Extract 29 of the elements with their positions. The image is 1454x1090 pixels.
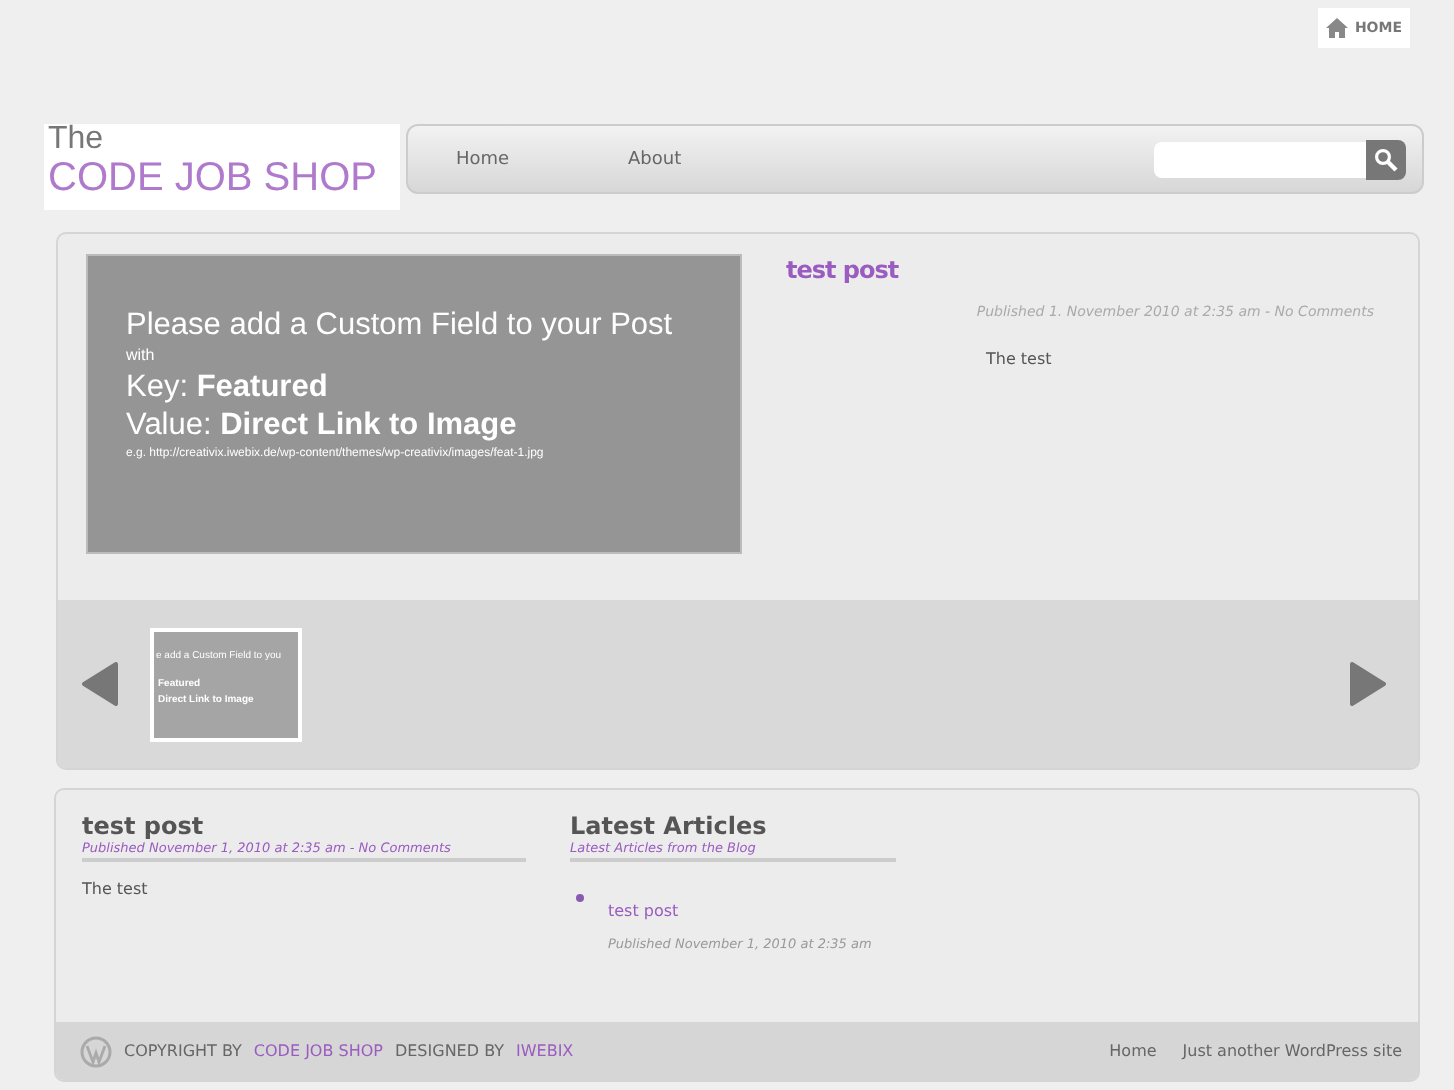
house-icon (1326, 18, 1349, 38)
post-heading[interactable]: test post (82, 812, 526, 840)
section-heading: Latest Articles (570, 812, 769, 840)
footer-link[interactable]: CODE JOB SHOP (253, 1042, 383, 1060)
article-link[interactable]: test post (608, 902, 679, 920)
site-logo[interactable]: The CODE JOB SHOP (44, 124, 400, 210)
image-caption: Value: Direct Link to Image (126, 406, 519, 444)
search-icon (1374, 147, 1398, 171)
footer-link[interactable]: IWEBIX (516, 1042, 574, 1060)
image-caption: Please add a Custom Field to your Post (126, 306, 675, 344)
bullet-icon (576, 894, 584, 902)
post-excerpt: The test (986, 350, 1054, 368)
image-caption: Key: Featured (126, 368, 330, 406)
next-arrow-icon[interactable] (1350, 662, 1386, 706)
nav-link[interactable]: About (628, 149, 800, 169)
logo-text: The (48, 124, 106, 156)
footer-link[interactable]: Home (1109, 1042, 1157, 1060)
logo-title: CODE JOB SHOP (48, 156, 379, 200)
search-button[interactable] (1366, 139, 1406, 179)
footer-link[interactable]: Just another WordPress site (1182, 1042, 1402, 1060)
post-title[interactable]: test post (786, 256, 1374, 284)
footer-text: COPYRIGHT BY (124, 1042, 242, 1060)
image-caption: with (126, 344, 157, 368)
wordpress-icon (80, 1035, 112, 1067)
footer-text: DESIGNED BY (394, 1042, 504, 1060)
nav-link[interactable]: Home (456, 149, 628, 169)
search-field[interactable] (1154, 141, 1366, 177)
post-body: The test (82, 880, 150, 898)
previous-arrow-icon[interactable] (82, 662, 118, 706)
